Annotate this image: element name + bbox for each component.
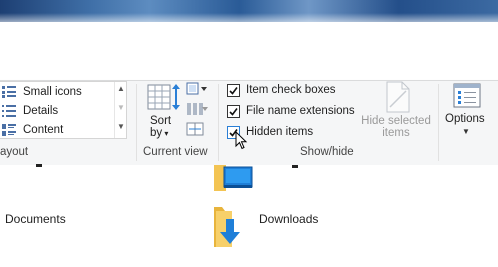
downloads-label: Downloads <box>259 212 319 226</box>
file-name-extensions-toggle[interactable]: File name extensions <box>227 103 362 121</box>
group-separator <box>438 84 439 161</box>
layout-group-label: ayout <box>0 146 29 158</box>
list-item[interactable]: Documents <box>0 205 120 245</box>
options-dropdown-icon[interactable]: ▼ <box>462 127 470 136</box>
add-columns-button[interactable] <box>186 101 208 119</box>
checkmark-icon <box>229 87 238 95</box>
partial-label-fragment <box>292 165 298 168</box>
group-separator <box>218 84 219 161</box>
options-icon <box>453 83 481 108</box>
documents-label: Documents <box>5 212 66 226</box>
size-columns-icon <box>186 122 204 136</box>
current-view-group-label: Current view <box>143 146 208 158</box>
sort-by-label: by ▾ <box>150 127 169 139</box>
list-item[interactable]: Downloads <box>212 205 372 255</box>
show-hide-group-label: Show/hide <box>300 146 354 158</box>
hide-selected-label-line2: items <box>382 127 410 139</box>
item-check-boxes-label: Item check boxes <box>246 84 336 96</box>
downloads-folder-icon <box>214 207 240 247</box>
small-icons-icon <box>2 86 16 98</box>
file-list: Documents Downloads <box>0 164 498 267</box>
checkmark-icon <box>229 108 238 116</box>
content-icon <box>2 124 16 136</box>
partial-item-left <box>0 164 60 169</box>
layout-gallery-scroller[interactable]: ▲ ▼ ▼ <box>114 82 126 138</box>
options-label: Options <box>445 113 485 125</box>
hide-selected-items-icon <box>386 81 410 113</box>
file-name-extensions-checkbox[interactable] <box>227 105 240 118</box>
hidden-items-label: Hidden items <box>246 126 314 138</box>
small-icons-label: Small icons <box>23 86 82 98</box>
layout-small-icons[interactable]: Small icons <box>2 83 110 101</box>
details-label: Details <box>23 105 59 117</box>
group-by-icon <box>186 82 207 95</box>
view-ribbon: Small icons Details Content ▲ ▼ ▼ ayout … <box>0 80 498 166</box>
scroll-up-icon[interactable]: ▲ <box>117 85 125 93</box>
item-check-boxes-checkbox[interactable] <box>227 84 240 97</box>
layout-gallery: Small icons Details Content ▲ ▼ ▼ <box>0 81 127 139</box>
add-columns-icon <box>187 103 208 115</box>
scroll-down-icon[interactable]: ▼ <box>117 104 125 112</box>
sort-by-icon <box>147 84 180 110</box>
desktop-wallpaper-strip <box>0 0 498 22</box>
file-name-extensions-label: File name extensions <box>246 105 355 117</box>
expand-gallery-icon[interactable]: ▼ <box>117 123 125 131</box>
layout-content[interactable]: Content <box>2 121 110 139</box>
item-check-boxes-toggle[interactable]: Item check boxes <box>227 82 362 100</box>
group-separator <box>136 84 137 161</box>
content-label: Content <box>23 124 64 136</box>
details-icon <box>2 105 16 117</box>
explorer-title-area <box>0 22 498 80</box>
sort-label: Sort <box>150 115 172 127</box>
mouse-cursor-icon <box>235 131 248 150</box>
layout-details[interactable]: Details <box>2 102 110 120</box>
group-by-button[interactable] <box>186 81 208 99</box>
desktop-folder-icon[interactable] <box>212 165 254 191</box>
size-columns-button[interactable] <box>186 121 208 139</box>
